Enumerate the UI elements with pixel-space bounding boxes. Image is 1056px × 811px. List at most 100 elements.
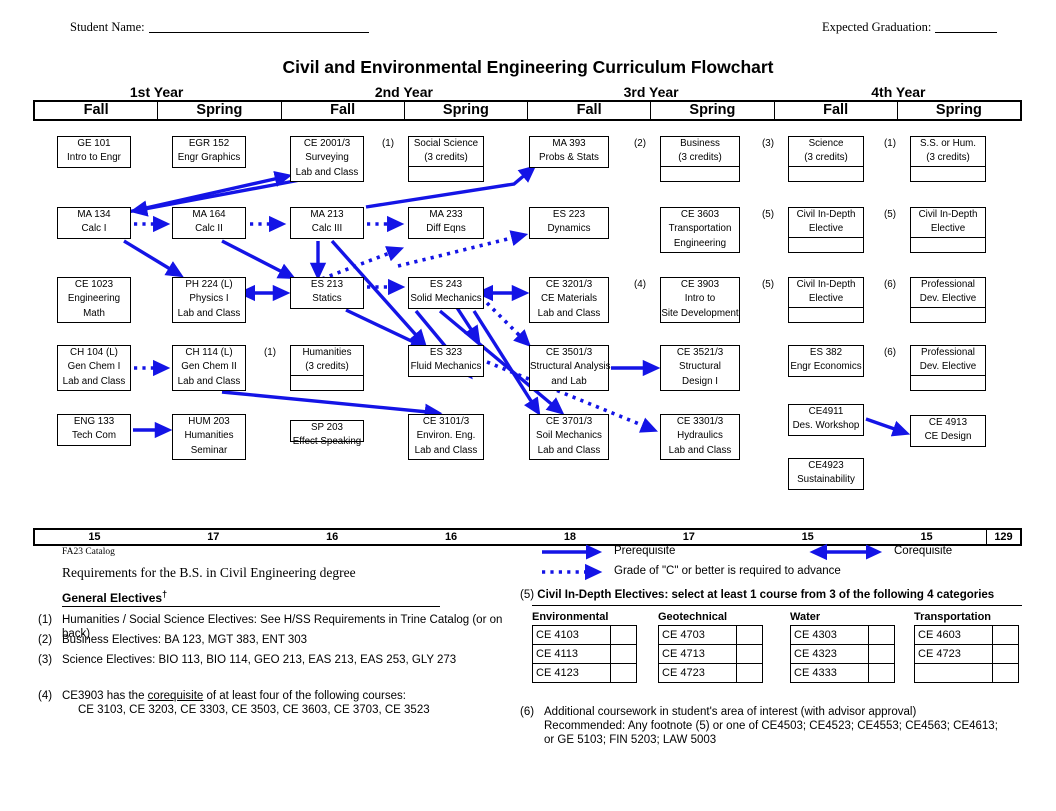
course-line-2: Statics (312, 293, 342, 305)
course-box-ce3201[interactable]: CE 3201/3 CE Materials Lab and Class (529, 277, 609, 323)
course-line-1: HUM 203 (188, 416, 230, 427)
course-box-ce4911[interactable]: CE4911 Des. Workshop (788, 404, 864, 436)
course-line-2: Elective (930, 223, 966, 235)
footnote-marker-civ1: (5) (762, 209, 774, 220)
course-line-2: Sustainability (797, 474, 855, 486)
course-box-civ1[interactable]: Civil In-Depth Elective (788, 207, 864, 253)
course-box-hum[interactable]: Humanities (3 credits) (290, 345, 364, 391)
course-box-egr152[interactable]: EGR 152 Engr Graphics (172, 136, 246, 168)
course-box-ce3701[interactable]: CE 3701/3 Soil Mechanics Lab and Class (529, 414, 609, 460)
course-line-2: Structural (679, 361, 721, 373)
course-box-ce1023[interactable]: CE 1023 Engineering Math (57, 277, 131, 323)
course-box-ma134[interactable]: MA 134 Calc I (57, 207, 131, 239)
course-line-1: MA 213 (310, 209, 344, 220)
course-box-ce3603[interactable]: CE 3603 Transportation Engineering (660, 207, 740, 253)
course-line-2: Dev. Elective (919, 361, 977, 373)
course-box-hum203[interactable]: HUM 203 Humanities Seminar (172, 414, 246, 460)
course-line-2: Engineering (67, 293, 121, 305)
course-line-2: CE Materials (540, 293, 598, 305)
course-checkoff-cell[interactable] (789, 306, 863, 321)
course-checkoff-cell[interactable] (789, 165, 863, 180)
course-line-2: Elective (808, 223, 844, 235)
course-box-ce3301[interactable]: CE 3301/3 Hydraulics Lab and Class (660, 414, 740, 460)
course-line-1: MA 233 (429, 209, 463, 220)
course-line-1: CE 3201/3 (545, 279, 593, 290)
course-line-1: Civil In-Depth (796, 279, 856, 290)
course-line-2: (3 credits) (926, 152, 970, 164)
course-line-1: GE 101 (77, 138, 111, 149)
course-line-2: Diff Eqns (426, 223, 466, 235)
course-line-2: Engr Economics (790, 361, 862, 373)
course-checkoff-cell[interactable] (911, 374, 985, 389)
course-line-1: Science (808, 138, 844, 149)
course-line-3: and Lab (551, 375, 587, 387)
course-box-ph224[interactable]: PH 224 (L) Physics I Lab and Class (172, 277, 246, 323)
course-line-2: Intro to Engr (67, 152, 121, 164)
course-line-3: Lab and Class (295, 166, 359, 178)
course-box-ce3101[interactable]: CE 3101/3 Environ. Eng. Lab and Class (408, 414, 484, 460)
course-box-socsci[interactable]: Social Science (3 credits) (408, 136, 484, 182)
course-checkoff-cell[interactable] (789, 236, 863, 251)
course-box-prof1[interactable]: Professional Dev. Elective (910, 277, 986, 323)
course-checkoff-cell[interactable] (291, 374, 363, 389)
course-box-es213[interactable]: ES 213 Statics (290, 277, 364, 309)
flow-arrows-layer (123, 165, 911, 439)
course-line-1: CE 3301/3 (676, 416, 724, 427)
course-checkoff-cell[interactable] (911, 306, 985, 321)
course-box-es223[interactable]: ES 223 Dynamics (529, 207, 609, 239)
course-box-science[interactable]: Science (3 credits) (788, 136, 864, 182)
course-line-2: Calc I (81, 223, 107, 235)
course-box-civ3[interactable]: Civil In-Depth Elective (788, 277, 864, 323)
course-line-1: MA 393 (552, 138, 586, 149)
course-line-2: Tech Com (71, 430, 117, 442)
course-line-2: Gen Chem I (67, 361, 121, 373)
course-box-ge101[interactable]: GE 101 Intro to Engr (57, 136, 131, 168)
course-box-ma164[interactable]: MA 164 Calc II (172, 207, 246, 239)
course-box-ce4913[interactable]: CE 4913 CE Design (910, 415, 986, 447)
course-line-1: Business (680, 138, 720, 149)
course-box-ce3501[interactable]: CE 3501/3 Structural Analysis and Lab (529, 345, 611, 391)
course-box-ce3521[interactable]: CE 3521/3 Structural Design I (660, 345, 740, 391)
course-line-2: Probs & Stats (539, 152, 599, 164)
course-line-2: Calc II (195, 223, 223, 235)
course-line-1: CE 3521/3 (676, 347, 724, 358)
course-checkoff-cell[interactable] (911, 165, 985, 180)
course-box-civ2[interactable]: Civil In-Depth Elective (910, 207, 986, 253)
course-line-3: Lab and Class (537, 307, 601, 319)
course-box-es323[interactable]: ES 323 Fluid Mechanics (408, 345, 484, 377)
course-checkoff-cell[interactable] (409, 165, 483, 180)
course-line-3: Engineering (673, 237, 727, 249)
course-box-ch114[interactable]: CH 114 (L) Gen Chem II Lab and Class (172, 345, 246, 391)
course-line-1: MA 164 (192, 209, 226, 220)
course-line-2: Solid Mechanics (410, 293, 482, 305)
footnote-marker-business: (2) (634, 138, 646, 149)
course-box-business[interactable]: Business (3 credits) (660, 136, 740, 182)
course-box-prof2[interactable]: Professional Dev. Elective (910, 345, 986, 391)
course-box-es382[interactable]: ES 382 Engr Economics (788, 345, 864, 377)
course-checkoff-cell[interactable] (661, 165, 739, 180)
course-checkoff-cell[interactable] (911, 236, 985, 251)
course-line-2: Gen Chem II (181, 361, 237, 373)
course-line-1: Professional (921, 347, 975, 358)
course-line-2: Calc III (311, 223, 343, 235)
course-box-ma233[interactable]: MA 233 Diff Eqns (408, 207, 484, 239)
course-line-3: Lab and Class (177, 307, 241, 319)
course-box-ce3903[interactable]: CE 3903 Intro to Site Development (660, 277, 740, 323)
course-box-ce4923[interactable]: CE4923 Sustainability (788, 458, 864, 490)
course-box-sp203[interactable]: SP 203 Effect Speaking (290, 420, 364, 447)
course-box-es243[interactable]: ES 243 Solid Mechanics (408, 277, 484, 309)
course-line-3: Site Development (661, 307, 739, 319)
course-line-1: PH 224 (L) (185, 279, 233, 290)
course-box-ma393[interactable]: MA 393 Probs & Stats (529, 136, 609, 168)
course-line-1: Social Science (413, 138, 479, 149)
course-box-ce2001[interactable]: CE 2001/3 Surveying Lab and Class (290, 136, 364, 182)
course-line-1: CE4911 (808, 406, 844, 417)
course-line-2: Intro to (684, 293, 716, 305)
course-line-2: Effect Speaking (292, 436, 362, 448)
course-line-1: CE 1023 (74, 279, 114, 290)
course-box-ch104[interactable]: CH 104 (L) Gen Chem I Lab and Class (57, 345, 131, 391)
course-box-ma213[interactable]: MA 213 Calc III (290, 207, 364, 239)
course-box-eng133[interactable]: ENG 133 Tech Com (57, 414, 131, 446)
course-box-sshum[interactable]: S.S. or Hum. (3 credits) (910, 136, 986, 182)
course-line-1: ES 382 (809, 347, 843, 358)
